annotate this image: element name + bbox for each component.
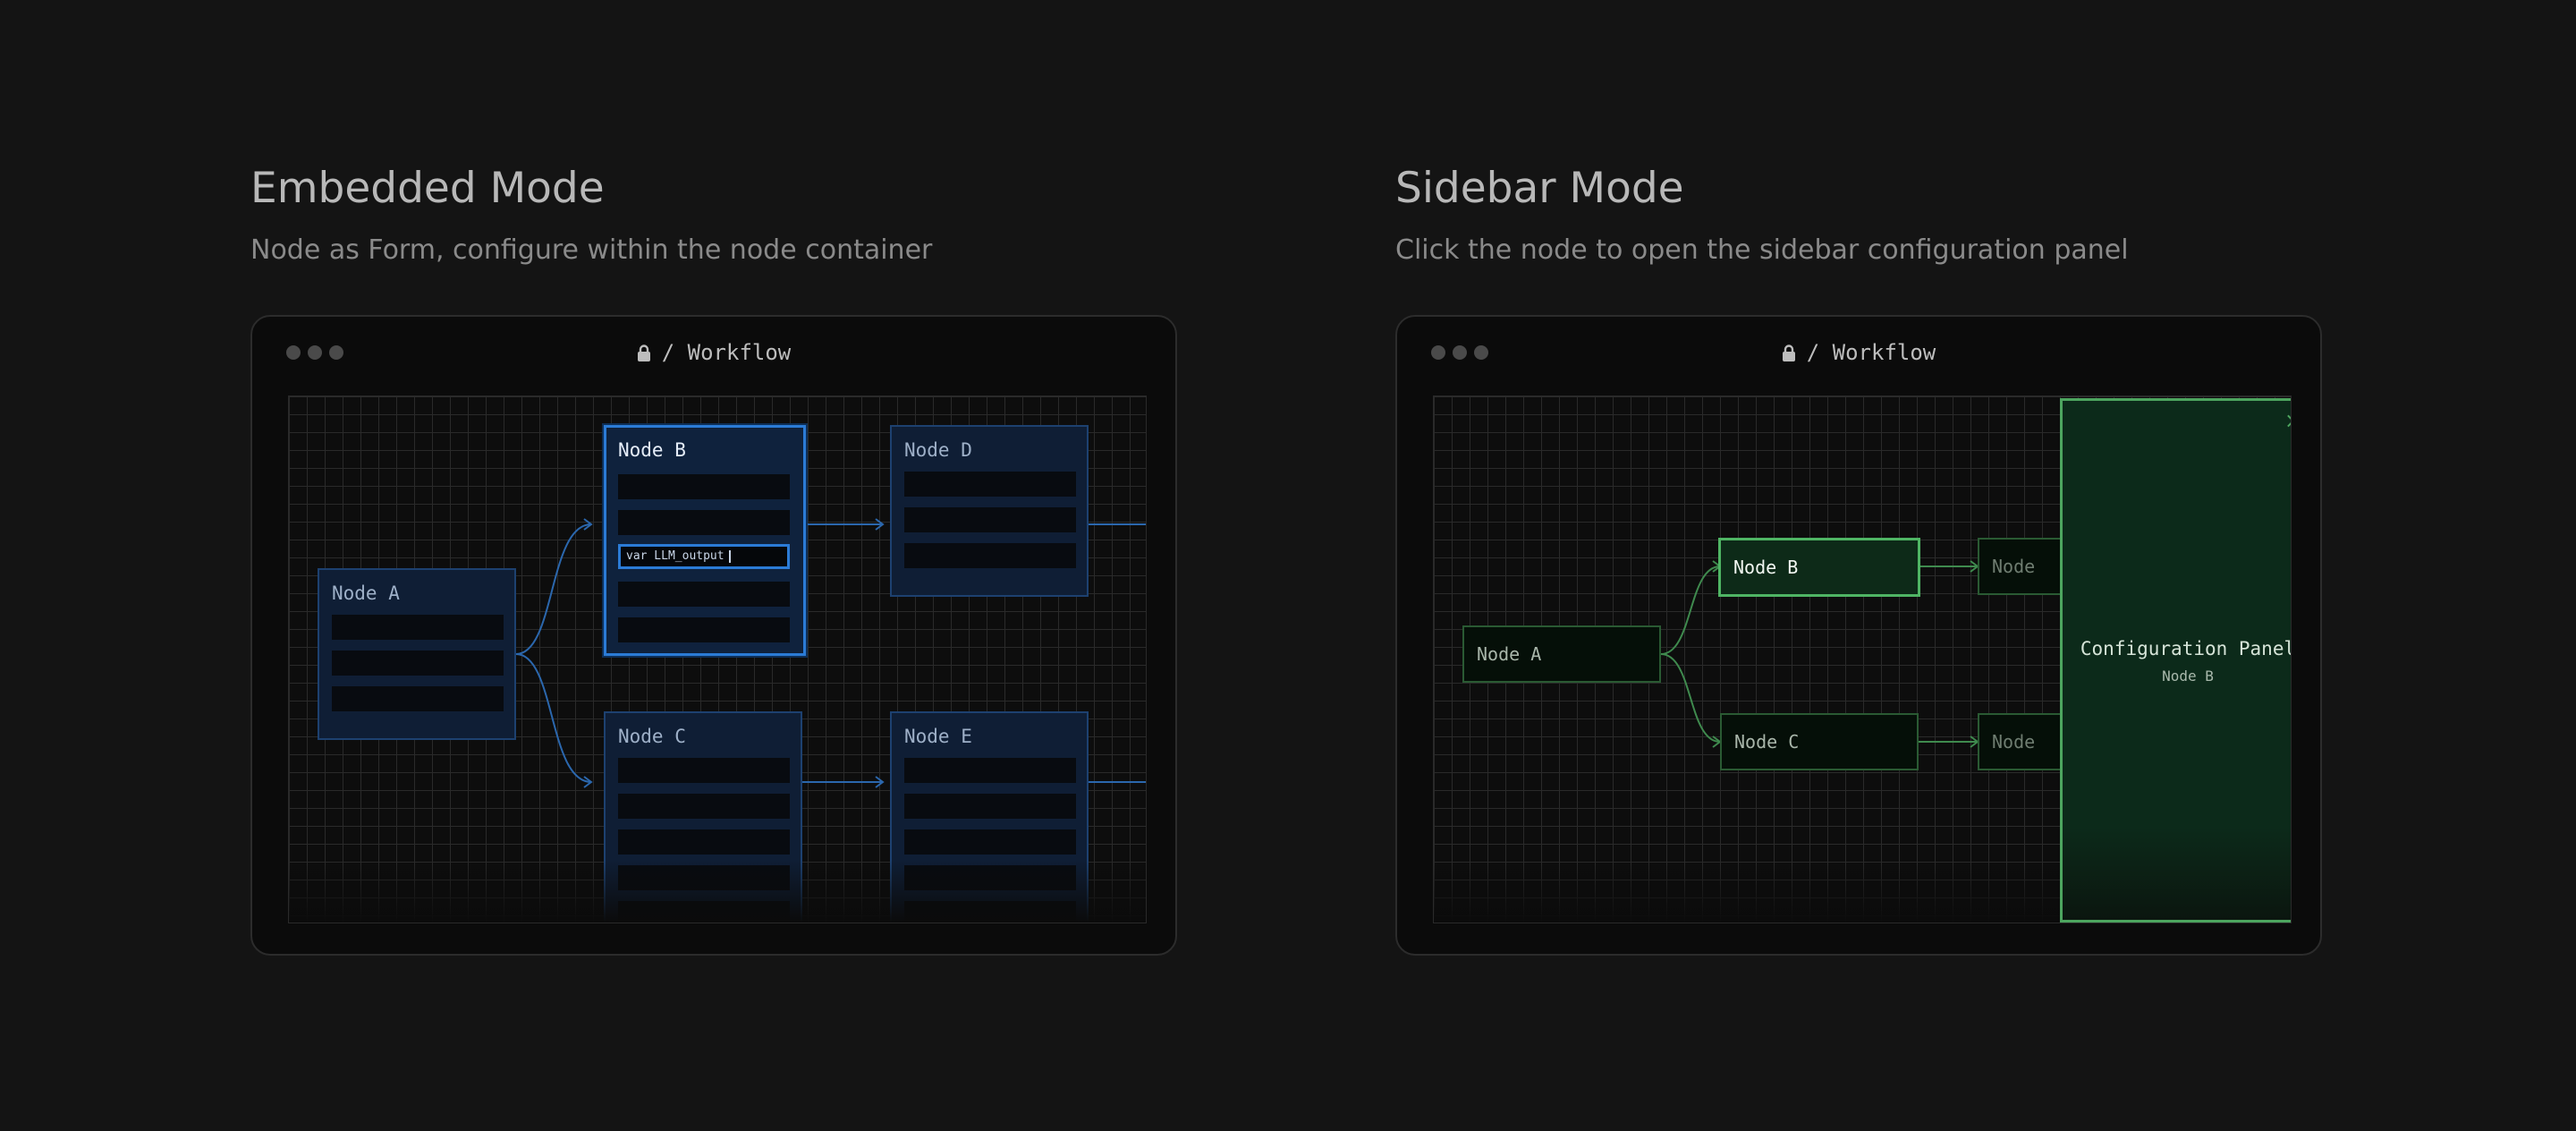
configuration-panel[interactable]: × Configuration Panel Node B [2060, 398, 2292, 923]
node-field[interactable] [332, 651, 504, 676]
node-label: Node C [1734, 731, 1800, 753]
node-label: Node [1992, 556, 2036, 577]
window-title: / Workflow [252, 340, 1175, 365]
window-title: / Workflow [1397, 340, 2320, 365]
node-label: Node A [332, 583, 400, 604]
window-title-text: / Workflow [661, 340, 792, 365]
node-field[interactable] [904, 901, 1076, 923]
sidebar-mode-subtitle: Click the node to open the sidebar confi… [1395, 234, 2129, 266]
node-c[interactable]: Node C [604, 711, 802, 923]
close-icon[interactable]: × [2284, 410, 2291, 431]
node-field[interactable] [618, 474, 790, 499]
node-label: Node B [1733, 557, 1799, 578]
node-a[interactable]: Node A [318, 568, 516, 740]
node-label: Node [1992, 731, 2036, 753]
variable-input-value: var LLM_output [626, 549, 724, 563]
node-a[interactable]: Node A [1462, 625, 1661, 683]
node-field[interactable] [904, 543, 1076, 568]
node-field[interactable] [904, 758, 1076, 783]
node-field[interactable] [618, 510, 790, 535]
node-label: Node A [1477, 643, 1542, 665]
sidebar-mode-title: Sidebar Mode [1395, 164, 1684, 213]
variable-input[interactable]: var LLM_output [618, 544, 790, 569]
node-field[interactable] [332, 686, 504, 711]
node-label: Node C [618, 726, 686, 747]
node-label: Node D [904, 439, 972, 461]
node-field[interactable] [618, 794, 790, 819]
sidebar-window: / Workflow Node A Node B Node C Node Nod… [1395, 315, 2322, 956]
embedded-window: / Workflow Node A Node B var LLM_output … [250, 315, 1177, 956]
node-b[interactable]: Node B [1718, 538, 1920, 597]
node-field[interactable] [904, 829, 1076, 855]
node-d[interactable]: Node D [890, 425, 1089, 597]
panel-title: Configuration Panel [2080, 638, 2292, 659]
node-field[interactable] [618, 617, 790, 642]
node-field[interactable] [618, 901, 790, 923]
node-field[interactable] [618, 829, 790, 855]
node-field[interactable] [904, 472, 1076, 497]
node-field[interactable] [332, 615, 504, 640]
node-field[interactable] [618, 758, 790, 783]
workflow-canvas[interactable]: Node A Node B var LLM_output Node C Node… [288, 395, 1147, 923]
node-field[interactable] [904, 507, 1076, 532]
panel-subtitle: Node B [2162, 668, 2214, 685]
window-title-text: / Workflow [1806, 340, 1936, 365]
node-e[interactable]: Node E [890, 711, 1089, 923]
node-label: Node E [904, 726, 972, 747]
node-c[interactable]: Node C [1720, 713, 1919, 770]
node-label: Node B [618, 439, 686, 461]
lock-icon [637, 344, 650, 361]
workflow-canvas[interactable]: Node A Node B Node C Node Node × Configu… [1433, 395, 2292, 923]
node-field[interactable] [618, 865, 790, 890]
node-field[interactable] [618, 582, 790, 607]
text-caret [728, 549, 731, 563]
lock-icon [1782, 344, 1795, 361]
node-field[interactable] [904, 865, 1076, 890]
embedded-mode-title: Embedded Mode [250, 164, 605, 213]
node-b[interactable]: Node B var LLM_output [604, 425, 806, 656]
node-field[interactable] [904, 794, 1076, 819]
embedded-mode-subtitle: Node as Form, configure within the node … [250, 234, 933, 266]
